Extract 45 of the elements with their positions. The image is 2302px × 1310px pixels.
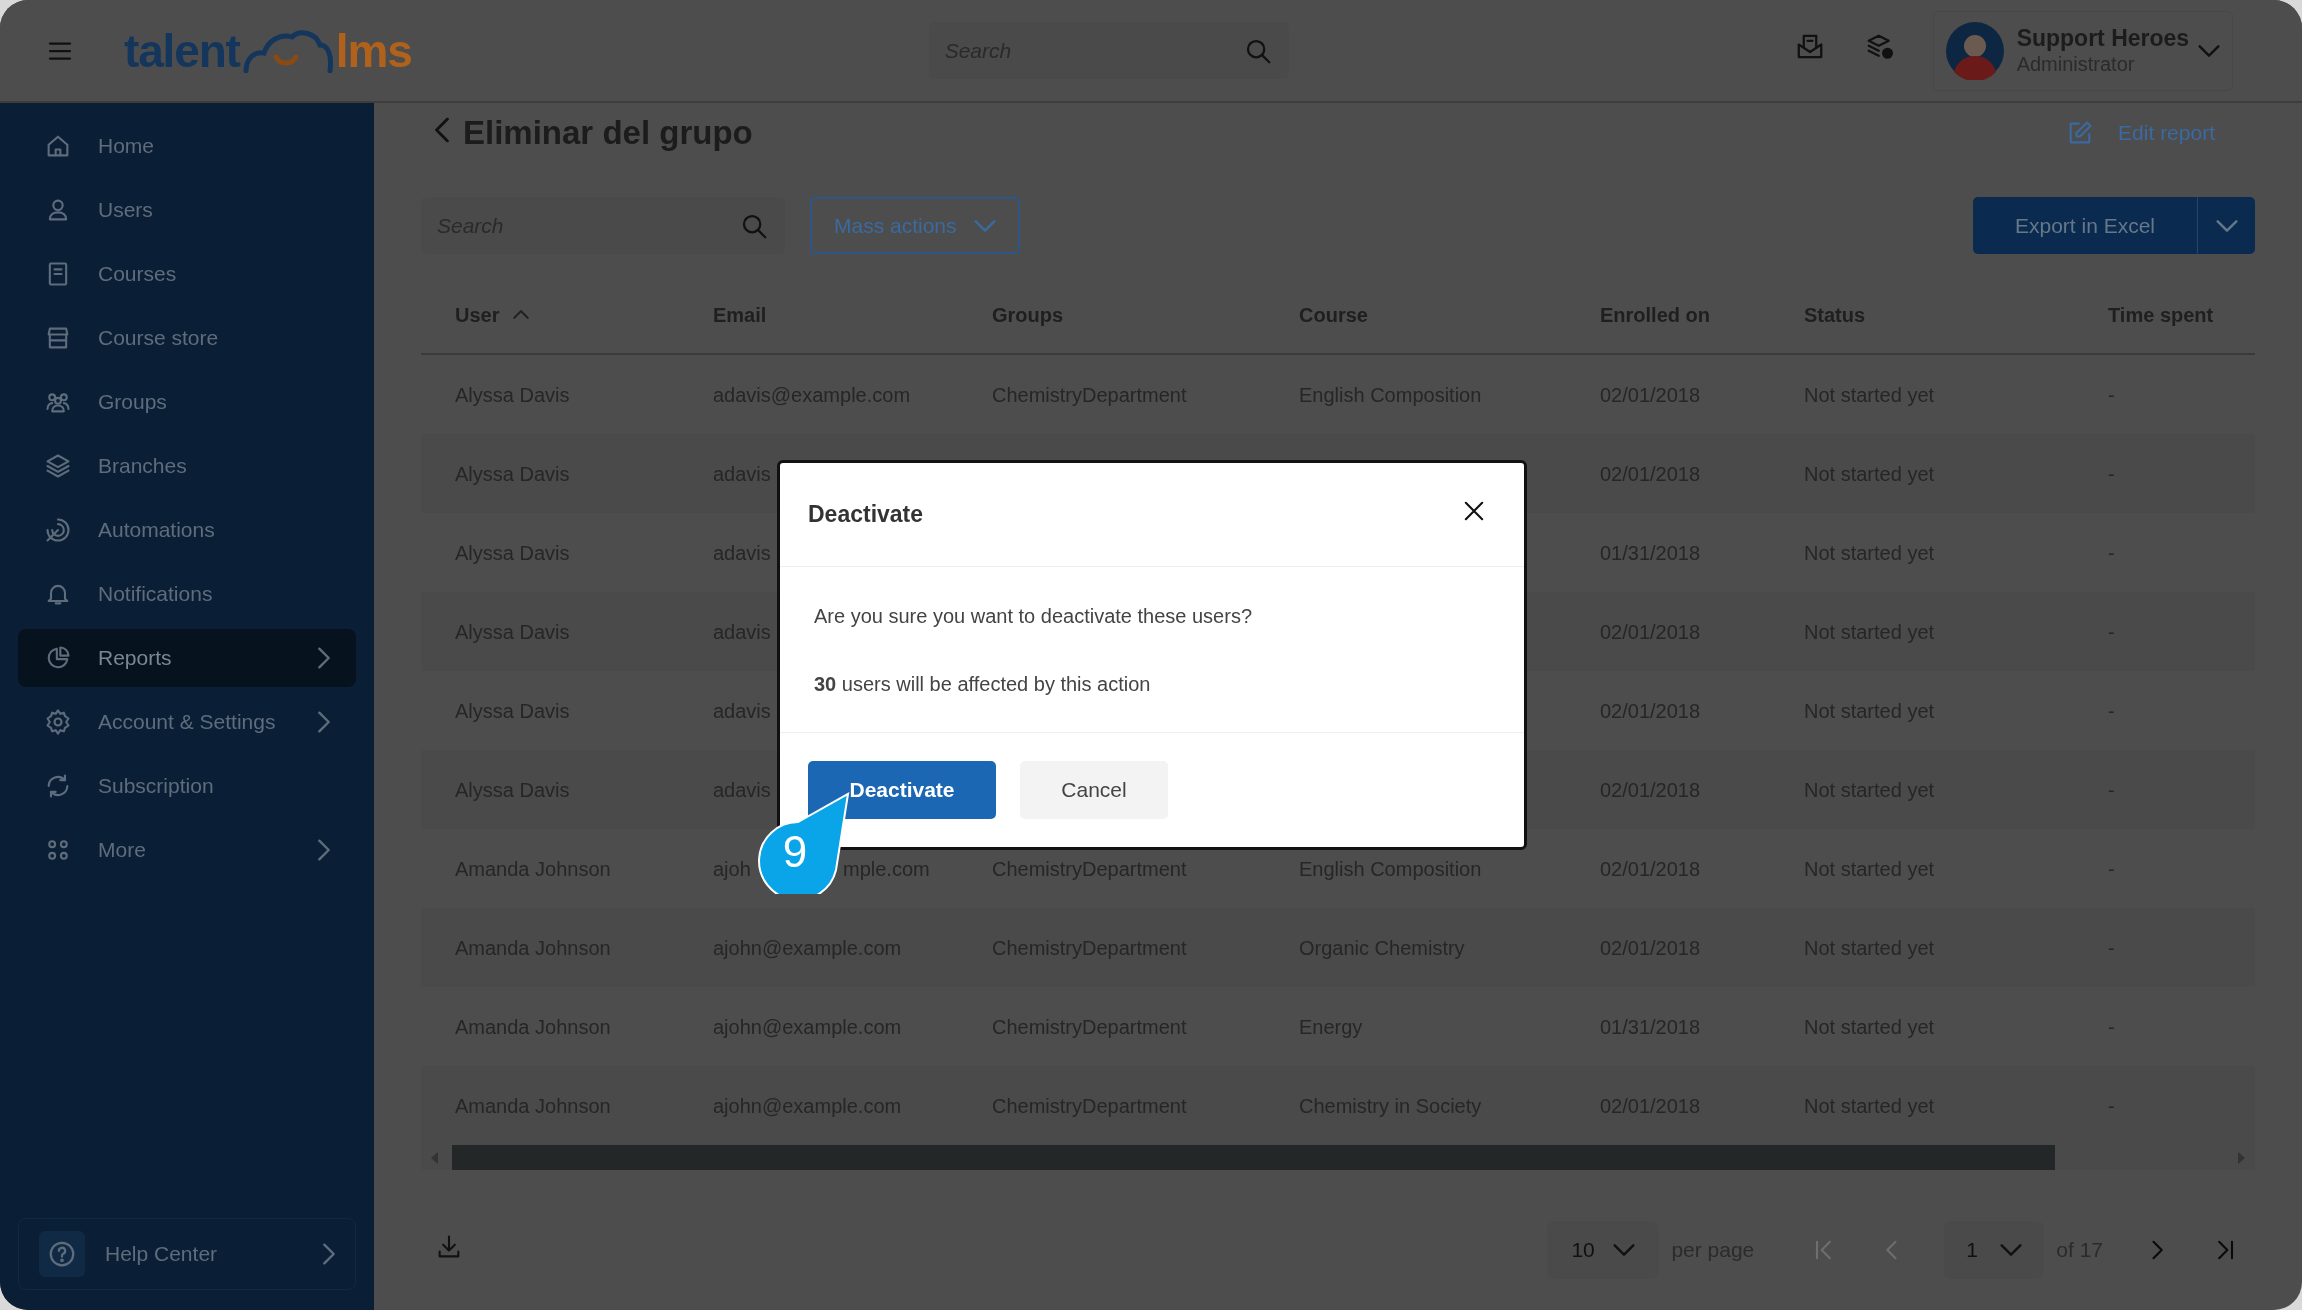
help-center-button[interactable]: Help Center bbox=[18, 1218, 356, 1290]
dialog-message: Are you sure you want to deactivate these users? bbox=[814, 603, 1254, 629]
chevron-left-icon bbox=[435, 116, 449, 143]
sidebar-item[interactable]: Courses bbox=[18, 245, 356, 303]
export-button[interactable]: Export in Excel bbox=[1973, 197, 2197, 254]
sidebar-item[interactable]: Reports bbox=[18, 629, 356, 687]
table-cell: - bbox=[2108, 1094, 2115, 1117]
table-cell: - bbox=[2108, 1015, 2115, 1038]
gear-icon bbox=[44, 708, 72, 736]
table-cell: - bbox=[2108, 699, 2115, 722]
target-icon bbox=[44, 516, 72, 544]
table-cell: - bbox=[2108, 541, 2115, 564]
dialog-note: 30 users will be affected by this action bbox=[814, 671, 1152, 697]
sidebar-item[interactable]: Course store bbox=[18, 309, 356, 367]
dialog-title: Deactivate bbox=[808, 500, 924, 530]
sidebar-item[interactable]: Groups bbox=[18, 373, 356, 431]
sidebar-item[interactable]: Users bbox=[18, 181, 356, 239]
chevron-down-icon bbox=[974, 219, 996, 232]
chevron-right-icon bbox=[323, 1243, 335, 1265]
question-icon bbox=[47, 1239, 77, 1269]
table-cell: - bbox=[2108, 857, 2115, 880]
logo-text: lms bbox=[335, 27, 412, 74]
chevron-down-icon bbox=[2197, 44, 2220, 57]
table-cell: - bbox=[2108, 936, 2115, 959]
chevron-down-icon bbox=[1613, 1244, 1636, 1256]
table-cell: - bbox=[2108, 620, 2115, 643]
sidebar-item[interactable]: Notifications bbox=[18, 565, 356, 623]
layers-icon bbox=[44, 452, 72, 480]
table-cell: - bbox=[2108, 778, 2115, 801]
table-cell: - bbox=[2108, 383, 2115, 406]
table-cell: - bbox=[2108, 462, 2115, 485]
sidebar-item[interactable]: More bbox=[18, 821, 356, 879]
sidebar-item[interactable]: Home bbox=[18, 117, 356, 175]
sidebar-item[interactable]: Account & Settings bbox=[18, 693, 356, 751]
cloud-smile-icon bbox=[241, 28, 334, 73]
export-options-button[interactable] bbox=[2197, 197, 2255, 254]
cancel-button[interactable]: Cancel bbox=[1020, 761, 1168, 819]
sidebar-item[interactable]: Branches bbox=[18, 437, 356, 495]
chevron-down-icon bbox=[2000, 1244, 2023, 1256]
sidebar-item[interactable]: Subscription bbox=[18, 757, 356, 815]
logo-text: talent bbox=[124, 27, 240, 74]
avatar bbox=[1945, 21, 2004, 80]
chevron-down-icon bbox=[2215, 219, 2238, 232]
deactivate-button[interactable]: Deactivate bbox=[808, 761, 996, 819]
sidebar-item[interactable]: Automations bbox=[18, 501, 356, 559]
